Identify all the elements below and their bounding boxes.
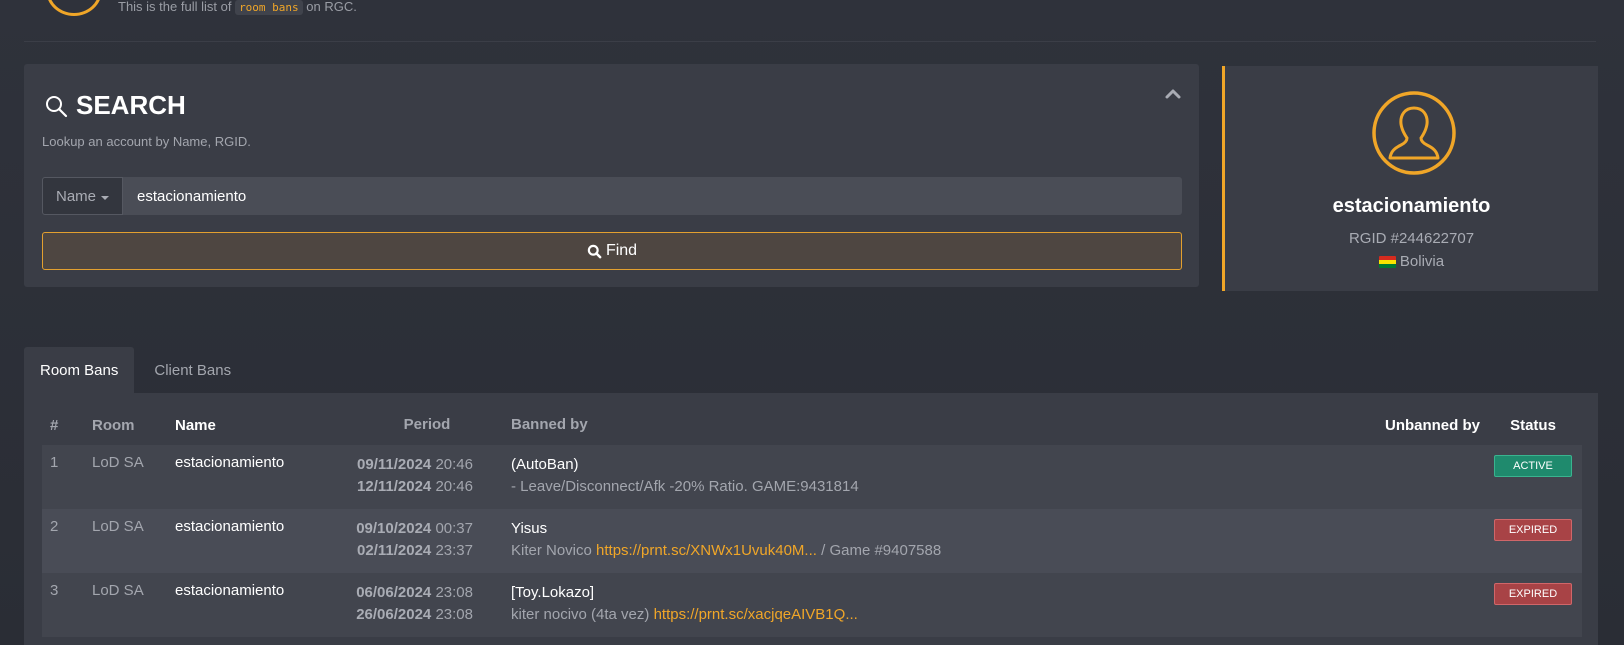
search-icon bbox=[46, 95, 68, 117]
search-subtitle: Lookup an account by Name, RGID. bbox=[42, 134, 251, 149]
ban-reason: Kiter Novico https://prnt.sc/XNWx1Uvuk40… bbox=[511, 540, 1326, 562]
status-badge: EXPIRED bbox=[1494, 519, 1572, 541]
evidence-link[interactable]: https://prnt.sc/XNWx1Uvuk40M... bbox=[596, 542, 817, 559]
intro-prefix: This is the full list of bbox=[118, 0, 232, 14]
search-type-dropdown[interactable]: Name bbox=[42, 177, 123, 215]
end-time: 20:46 bbox=[435, 478, 473, 495]
row-num: 3 bbox=[42, 573, 84, 637]
end-date: 02/11/2024 bbox=[357, 542, 432, 559]
tab-room-bans[interactable]: Room Bans bbox=[24, 347, 135, 393]
row-num: 2 bbox=[42, 509, 84, 573]
start-time: 20:46 bbox=[435, 456, 473, 473]
col-header-period: Period bbox=[403, 416, 451, 433]
col-header-status: Status bbox=[1510, 416, 1556, 434]
profile-rgid: RGID #244622707 bbox=[1348, 230, 1475, 247]
start-time: 00:37 bbox=[435, 520, 473, 537]
search-title: SEARCH bbox=[76, 90, 186, 120]
intro-suffix: on RGC. bbox=[306, 0, 357, 14]
end-date: 12/11/2024 bbox=[357, 478, 432, 495]
col-header-banned-by: Banned by bbox=[511, 416, 588, 433]
ban-tabs: Room Bans Client Bans bbox=[24, 347, 247, 393]
ban-reason: kiter nocivo (4ta vez) https://prnt.sc/x… bbox=[511, 604, 1326, 626]
row-unbanned-by bbox=[1334, 573, 1484, 637]
header-divider bbox=[24, 41, 1596, 42]
row-name: estacionamiento bbox=[167, 573, 343, 637]
header-logo-icon bbox=[46, 0, 102, 16]
row-name: estacionamiento bbox=[167, 509, 343, 573]
search-icon bbox=[587, 244, 602, 258]
intro-code: room bans bbox=[235, 0, 303, 15]
bans-table: # Room Name Period Banned by Unbanned by… bbox=[42, 405, 1582, 637]
banned-by-name: [Toy.Lokazo] bbox=[511, 584, 595, 601]
start-date: 09/10/2024 bbox=[356, 520, 432, 537]
col-header-name: Name bbox=[175, 416, 216, 434]
row-room: LoD SA bbox=[84, 445, 167, 509]
end-time: 23:37 bbox=[435, 542, 473, 559]
col-header-unbanned-by: Unbanned by bbox=[1384, 416, 1480, 434]
end-date: 26/06/2024 bbox=[356, 606, 432, 623]
table-header-row: # Room Name Period Banned by Unbanned by… bbox=[42, 405, 1582, 445]
evidence-link[interactable]: https://prnt.sc/xacjqeAIVB1Q... bbox=[654, 606, 858, 623]
search-card: SEARCH Lookup an account by Name, RGID. … bbox=[24, 64, 1199, 287]
search-input[interactable] bbox=[123, 177, 1182, 215]
row-status: EXPIRED bbox=[1484, 573, 1582, 637]
row-banned-by: [Toy.Lokazo] kiter nocivo (4ta vez) http… bbox=[503, 573, 1334, 637]
bolivia-flag-icon bbox=[1378, 255, 1396, 268]
find-button[interactable]: Find bbox=[42, 232, 1182, 270]
row-room: LoD SA bbox=[84, 573, 167, 637]
user-avatar-icon bbox=[1372, 91, 1456, 175]
start-date: 09/11/2024 bbox=[357, 456, 432, 473]
row-banned-by: (AutoBan) - Leave/Disconnect/Afk -20% Ra… bbox=[503, 445, 1334, 509]
ban-reason-suffix: / Game #9407588 bbox=[821, 542, 942, 559]
profile-name: estacionamiento bbox=[1332, 195, 1491, 217]
table-row: 2 LoD SA estacionamiento 09/10/2024 00:3… bbox=[42, 509, 1582, 573]
row-status: ACTIVE bbox=[1484, 445, 1582, 509]
chevron-up-icon[interactable] bbox=[1163, 84, 1183, 104]
profile-country: Bolivia bbox=[1225, 253, 1598, 270]
bans-table-panel: # Room Name Period Banned by Unbanned by… bbox=[24, 393, 1598, 645]
tab-client-bans[interactable]: Client Bans bbox=[134, 347, 247, 393]
ban-reason-text: - Leave/Disconnect/Afk -20% Ratio. GAME:… bbox=[511, 478, 859, 495]
row-period: 06/06/2024 23:08 26/06/2024 23:08 bbox=[343, 573, 503, 637]
profile-country-label: Bolivia bbox=[1399, 253, 1445, 270]
banned-by-name: (AutoBan) bbox=[511, 456, 579, 473]
find-label: Find bbox=[605, 242, 638, 259]
row-banned-by: Yisus Kiter Novico https://prnt.sc/XNWx1… bbox=[503, 509, 1334, 573]
ban-reason: - Leave/Disconnect/Afk -20% Ratio. GAME:… bbox=[511, 476, 1326, 498]
start-time: 23:08 bbox=[435, 584, 473, 601]
row-unbanned-by bbox=[1334, 509, 1484, 573]
row-num: 1 bbox=[42, 445, 84, 509]
search-row: Name bbox=[42, 177, 1182, 215]
end-time: 23:08 bbox=[435, 606, 473, 623]
row-status: EXPIRED bbox=[1484, 509, 1582, 573]
profile-card: estacionamiento RGID #244622707 Bolivia bbox=[1222, 66, 1598, 291]
page-intro: This is the full list of room bans on RG… bbox=[118, 0, 357, 15]
search-heading: SEARCH bbox=[44, 90, 186, 121]
ban-reason-text: kiter nocivo (4ta vez) bbox=[511, 606, 650, 623]
status-badge: EXPIRED bbox=[1494, 583, 1572, 605]
row-unbanned-by bbox=[1334, 445, 1484, 509]
row-room: LoD SA bbox=[84, 509, 167, 573]
search-type-label: Name bbox=[55, 187, 96, 205]
table-row: 3 LoD SA estacionamiento 06/06/2024 23:0… bbox=[42, 573, 1582, 637]
status-badge: ACTIVE bbox=[1494, 455, 1572, 477]
row-period: 09/11/2024 20:46 12/11/2024 20:46 bbox=[343, 445, 503, 509]
caret-down-icon bbox=[101, 195, 109, 200]
table-row: 1 LoD SA estacionamiento 09/11/2024 20:4… bbox=[42, 445, 1582, 509]
row-name: estacionamiento bbox=[167, 445, 343, 509]
banned-by-name: Yisus bbox=[511, 520, 548, 537]
col-header-room: Room bbox=[92, 416, 135, 434]
ban-reason-text: Kiter Novico bbox=[511, 542, 592, 559]
start-date: 06/06/2024 bbox=[356, 584, 432, 601]
col-header-num: # bbox=[50, 416, 59, 434]
row-period: 09/10/2024 00:37 02/11/2024 23:37 bbox=[343, 509, 503, 573]
